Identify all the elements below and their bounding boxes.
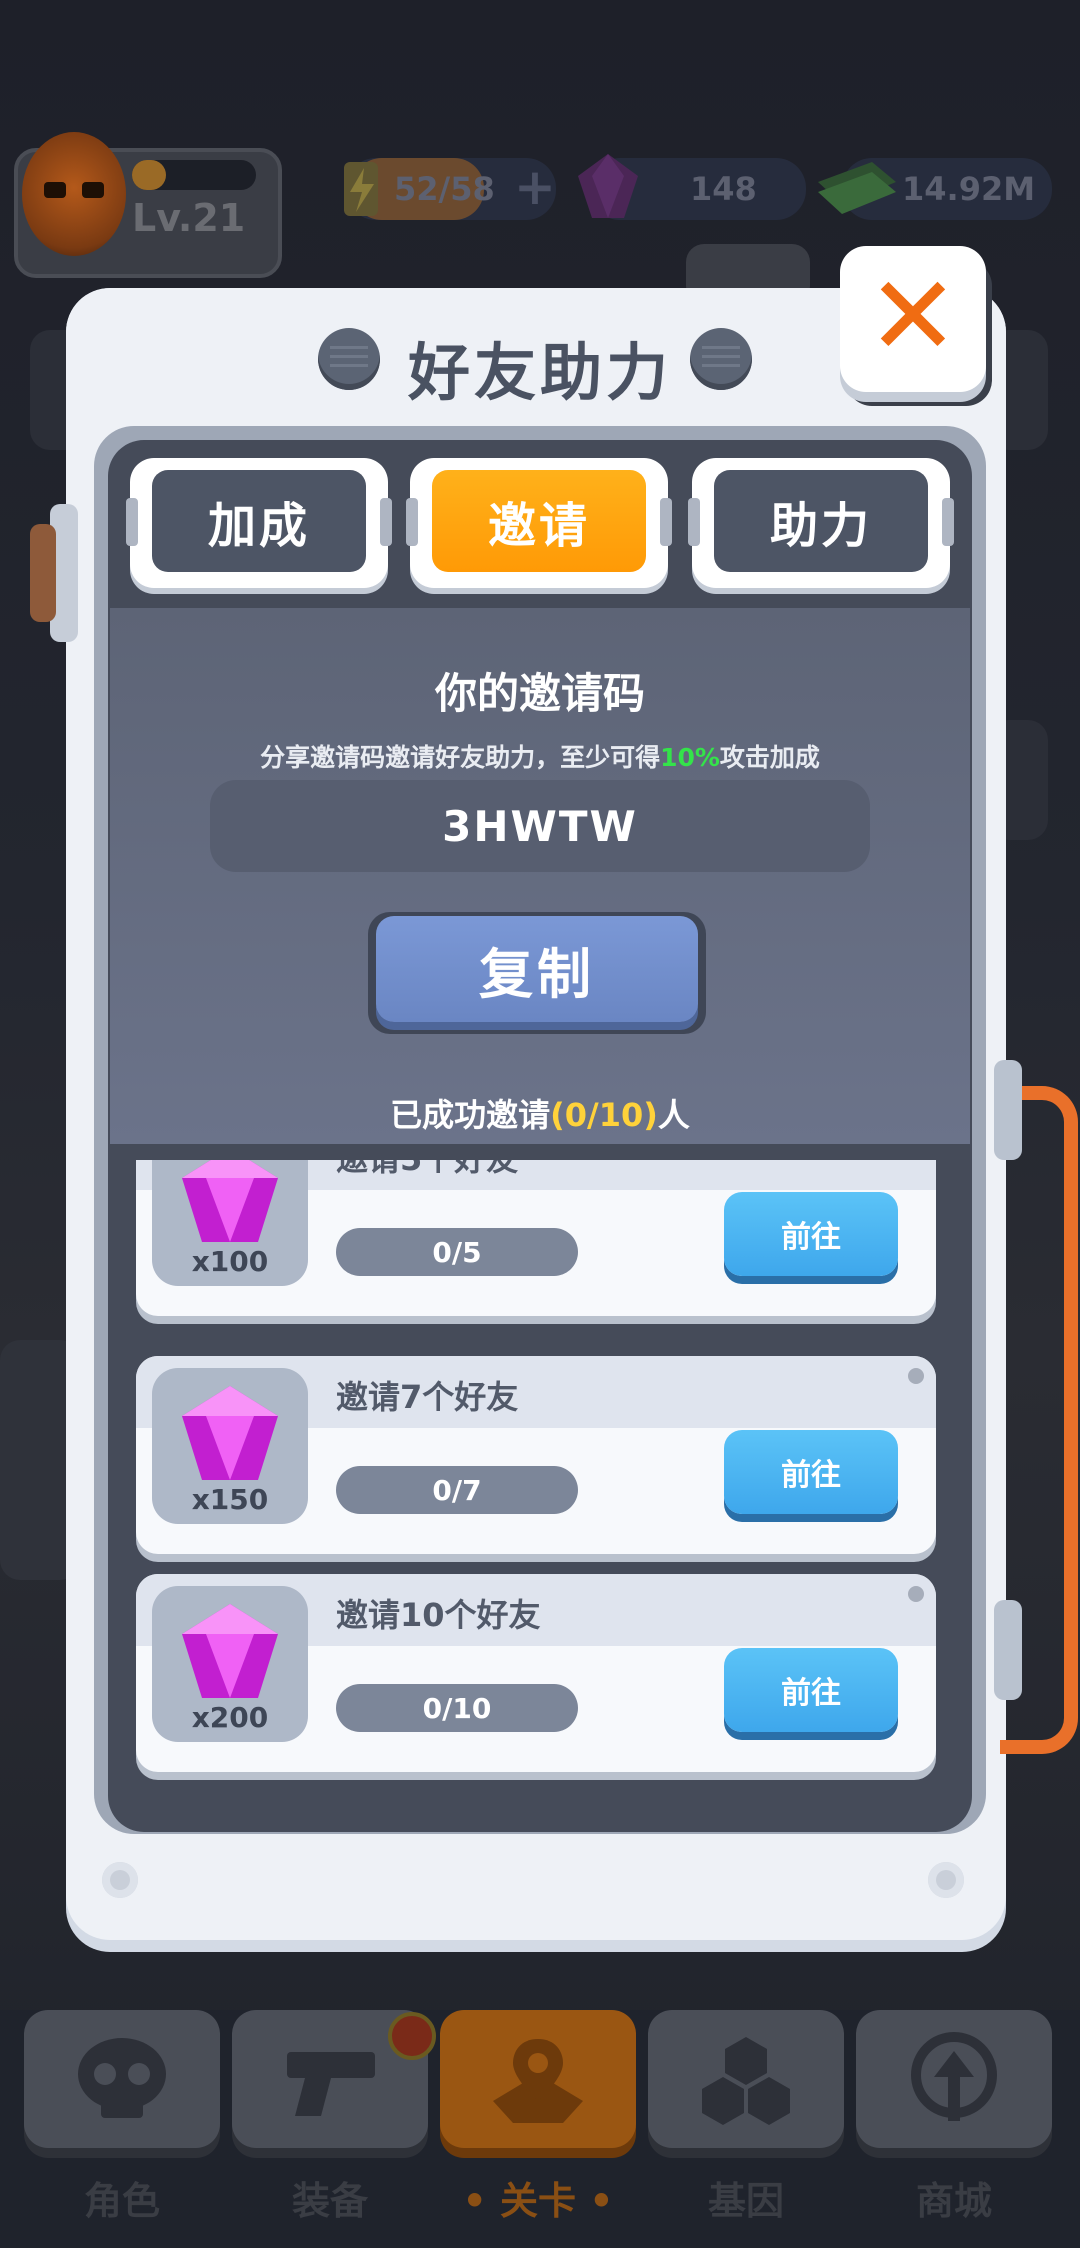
- reward-title: 邀请7个好友: [336, 1378, 519, 1416]
- side-clip: [994, 1060, 1022, 1160]
- nav-tab-character[interactable]: [24, 2010, 220, 2148]
- player-level: Lv.21: [132, 196, 246, 240]
- bolt-icon: [102, 1862, 138, 1898]
- tab-bonus[interactable]: 加成: [126, 458, 392, 588]
- gems-value: 148: [690, 170, 757, 208]
- invite-desc-suffix: 攻击加成: [719, 743, 820, 772]
- notification-badge: [388, 2012, 436, 2060]
- reward-quantity: x150: [191, 1483, 269, 1516]
- rivet-icon: [908, 1586, 924, 1602]
- invite-desc-text: 分享邀请码邀请好友助力，至少可得: [260, 743, 661, 772]
- nav-tab-genes[interactable]: [648, 2010, 844, 2148]
- nav-label-genes: 基因: [707, 2179, 784, 2223]
- reward-progress: 0/7: [336, 1466, 578, 1514]
- close-button[interactable]: ✕: [840, 246, 986, 392]
- invite-count-value: (0/10): [550, 1096, 658, 1134]
- tab-assist[interactable]: 助力: [688, 458, 954, 588]
- reward-title: 邀请10个好友: [336, 1596, 541, 1634]
- dialog-side-rail: [30, 504, 78, 642]
- gem-icon: [572, 148, 644, 226]
- xp-bar: [132, 160, 256, 190]
- nav-label-equipment: 装备: [291, 2179, 368, 2223]
- tab-assist-label: 助力: [714, 470, 928, 572]
- gun-icon: [287, 2052, 375, 2116]
- go-button[interactable]: 前往: [724, 1648, 898, 1732]
- invite-desc-percent: 10%: [660, 743, 720, 772]
- battery-icon: [334, 152, 388, 222]
- nav-label-character: 角色: [83, 2179, 160, 2223]
- reward-progress-text: 0/7: [432, 1473, 482, 1507]
- reward-tile: x150: [152, 1368, 308, 1524]
- nav-tab-shop[interactable]: [856, 2010, 1052, 2148]
- reward-progress-text: 0/10: [422, 1691, 492, 1725]
- invite-count: 已成功邀请(0/10)人: [110, 1090, 970, 1136]
- invite-code-heading: 你的邀请码: [434, 669, 645, 718]
- energy-value: 52/58: [394, 170, 495, 208]
- gem-icon: [182, 1604, 278, 1698]
- cash-value: 14.92M: [902, 170, 1036, 208]
- add-energy-button[interactable]: +: [510, 162, 560, 212]
- reward-progress-text: 0/5: [432, 1235, 482, 1269]
- dialog-title: 好友助力: [407, 336, 672, 409]
- go-button[interactable]: 前往: [724, 1430, 898, 1514]
- invite-count-text: 已成功邀请: [390, 1096, 551, 1134]
- copy-button[interactable]: 复制: [368, 912, 706, 1034]
- close-x-icon: ✕: [866, 252, 960, 380]
- reward-quantity: x100: [191, 1245, 269, 1278]
- reward-progress: 0/10: [336, 1684, 578, 1732]
- invite-count-suffix: 人: [657, 1096, 690, 1134]
- tab-bonus-label: 加成: [152, 470, 366, 572]
- reward-title: 邀请5个好友: [336, 1160, 518, 1180]
- copy-button-label: 复制: [376, 916, 698, 1022]
- invite-code-field[interactable]: 3HWTW: [210, 780, 870, 872]
- gem-icon: [182, 1386, 278, 1480]
- map-pin-icon: [493, 2039, 583, 2123]
- reward-tile: x200: [152, 1586, 308, 1742]
- reward-card: x100 邀请5个好友 0/5 前往: [136, 1160, 936, 1316]
- gem-icon: [182, 1160, 278, 1242]
- tab-invite[interactable]: 邀请: [406, 458, 672, 588]
- rivet-icon: [908, 1368, 924, 1384]
- hexagons-icon: [702, 2037, 790, 2125]
- pumpkin-avatar-icon[interactable]: [22, 132, 126, 256]
- invite-description: 分享邀请码邀请好友助力，至少可得10%攻击加成: [110, 738, 970, 774]
- reward-quantity: x200: [191, 1701, 269, 1734]
- bolt-icon: [928, 1862, 964, 1898]
- nav-label-shop: 商城: [915, 2179, 992, 2223]
- reward-list[interactable]: x100 邀请5个好友 0/5 前往 x150 邀请7个好友 0/7 前往 x2…: [110, 1160, 970, 1824]
- cash-icon: [812, 152, 902, 222]
- reward-card: x200 邀请10个好友 0/10 前往: [136, 1574, 936, 1772]
- skull-icon: [78, 2038, 166, 2118]
- reward-progress: 0/5: [336, 1228, 578, 1276]
- reward-tile: x100: [152, 1160, 308, 1286]
- side-clip: [994, 1600, 1022, 1700]
- nav-tab-stages[interactable]: [440, 2010, 636, 2148]
- nav-label-stages: • 关卡 •: [462, 2179, 614, 2223]
- shop-icon: [911, 2032, 997, 2121]
- tab-invite-label: 邀请: [432, 470, 646, 572]
- go-button[interactable]: 前往: [724, 1192, 898, 1276]
- reward-card: x150 邀请7个好友 0/7 前往: [136, 1356, 936, 1554]
